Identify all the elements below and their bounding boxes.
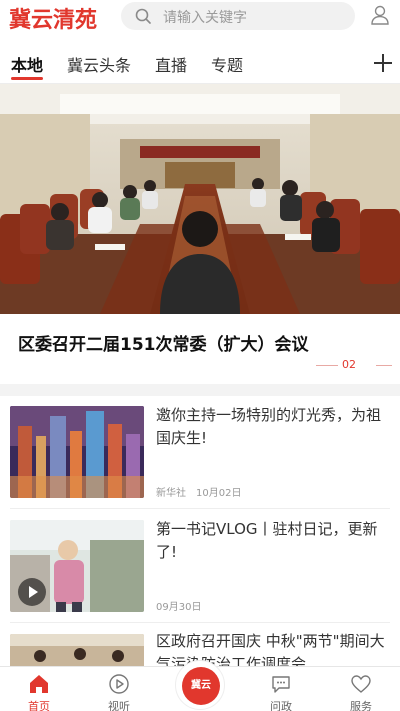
- nav-home[interactable]: 首页: [9, 667, 69, 711]
- pager-line-left: [316, 365, 338, 366]
- tab-headlines[interactable]: 冀云头条: [67, 52, 131, 76]
- list-item[interactable]: 邀你主持一场特别的灯光秀，为祖国庆生! 新华社 10月02日: [0, 404, 400, 508]
- nav-inquiry[interactable]: 问政: [251, 667, 311, 711]
- tab-live[interactable]: 直播: [155, 52, 187, 76]
- news-source: 新华社: [156, 488, 186, 499]
- search-icon: [135, 8, 151, 24]
- news-date: 09月30日: [156, 602, 202, 613]
- plus-icon[interactable]: [372, 52, 394, 74]
- nav-video-label: 视听: [108, 700, 130, 711]
- search-input[interactable]: 请输入关键字: [163, 7, 247, 27]
- news-title[interactable]: 邀你主持一场特别的灯光秀，为祖国庆生!: [156, 404, 392, 450]
- news-title[interactable]: 第一书记VLOG丨驻村日记，更新了!: [156, 518, 392, 564]
- tab-local[interactable]: 本地: [11, 52, 43, 76]
- user-icon[interactable]: [369, 4, 391, 26]
- news-date: 10月02日: [196, 488, 242, 499]
- hero-title[interactable]: 区委召开二届151次常委（扩大）会议: [18, 330, 309, 355]
- home-icon: [30, 675, 48, 693]
- nav-service-label: 服务: [350, 700, 372, 711]
- nav-home-label: 首页: [28, 700, 50, 711]
- nav-video[interactable]: 视听: [89, 667, 149, 711]
- nav-service[interactable]: 服务: [331, 667, 391, 711]
- hero-pager: 02: [342, 358, 356, 371]
- active-tab-indicator: [11, 77, 43, 80]
- nav-inquiry-label: 问政: [270, 700, 292, 711]
- app-logo[interactable]: 冀云清苑: [9, 2, 97, 34]
- news-thumbnail: [10, 406, 144, 498]
- tab-topics[interactable]: 专题: [211, 52, 243, 76]
- list-separator: [10, 508, 390, 509]
- pager-line-right: [376, 365, 392, 366]
- news-thumbnail: [10, 634, 144, 670]
- center-logo-button[interactable]: 冀云: [175, 660, 225, 710]
- heart-icon: [351, 675, 371, 693]
- section-divider: [0, 384, 400, 396]
- list-separator: [10, 622, 390, 623]
- center-logo-icon: 冀云: [182, 667, 220, 705]
- play-icon: [29, 586, 38, 598]
- list-item[interactable]: 第一书记VLOG丨驻村日记，更新了! 09月30日: [0, 518, 400, 622]
- hero-banner-image[interactable]: [0, 84, 400, 314]
- video-play-button[interactable]: [18, 578, 46, 606]
- top-header: 冀云清苑 请输入关键字: [0, 0, 400, 36]
- search-bar[interactable]: 请输入关键字: [121, 2, 355, 30]
- news-thumbnail: [10, 520, 144, 612]
- chat-bubble-icon: [272, 676, 290, 693]
- play-circle-icon: [109, 674, 129, 694]
- channel-tabs: 本地 冀云头条 直播 专题: [0, 44, 400, 84]
